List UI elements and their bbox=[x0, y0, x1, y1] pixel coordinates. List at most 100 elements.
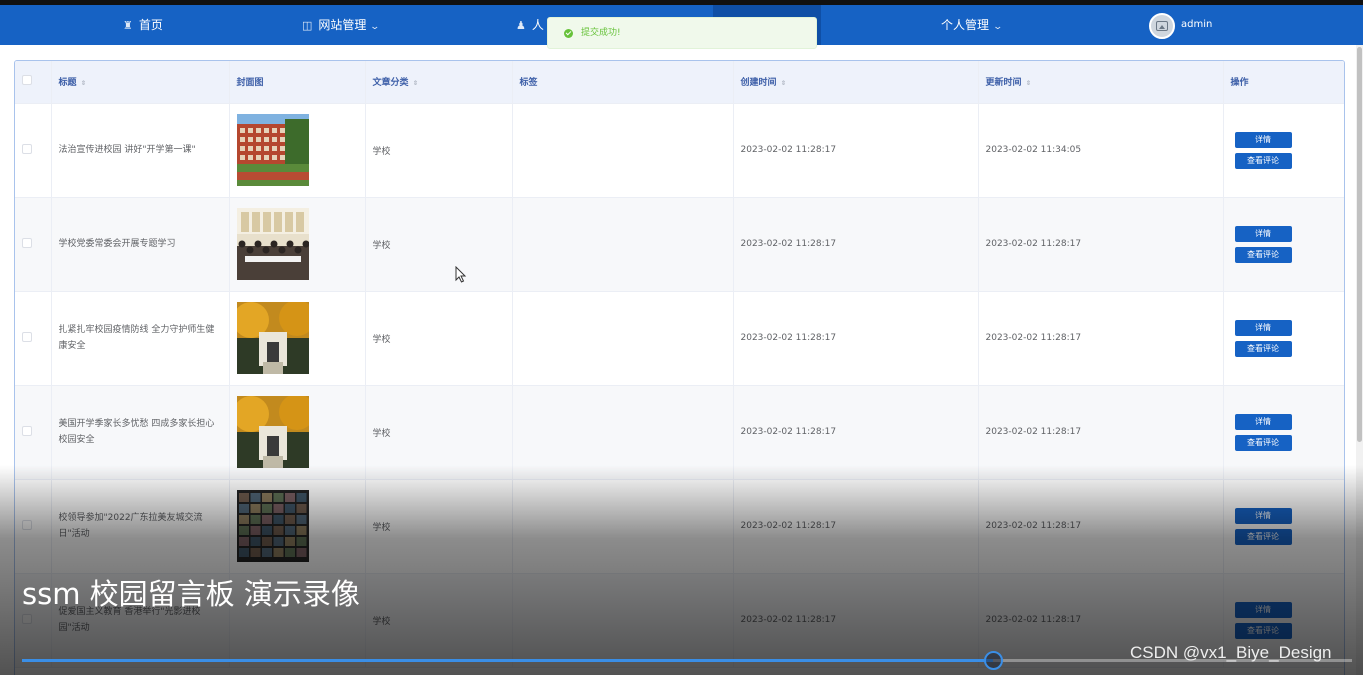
watermark: CSDN @vx1_Biye_Design bbox=[1130, 643, 1332, 662]
select-cell[interactable] bbox=[15, 103, 52, 198]
cover-image bbox=[236, 396, 309, 468]
nav-user-manage[interactable]: ♟ 人 bbox=[516, 5, 544, 45]
table-row: 美国开学季家长多忧愁 四成多家长担心校园安全 学校 2023-02-02 11:28… bbox=[15, 385, 1344, 480]
sort-icon[interactable]: ⇕ bbox=[81, 80, 87, 87]
video-title: ssm 校园留言板 演示录像 bbox=[22, 577, 360, 611]
col-title[interactable]: 标题 ⇕ bbox=[51, 61, 230, 104]
col-cover-label: 封面图 bbox=[236, 78, 264, 89]
col-tag-label: 标签 bbox=[519, 78, 538, 89]
cover-image bbox=[236, 302, 309, 374]
row-title: 法治宣传进校园 讲好"开学第一课" bbox=[58, 145, 196, 155]
created-cell: 2023-02-02 11:28:17 bbox=[733, 385, 979, 480]
view-comments-button[interactable]: 查看评论 bbox=[1234, 434, 1292, 451]
monitor-icon: ◫ bbox=[302, 19, 313, 32]
detail-button[interactable]: 详情 bbox=[1234, 319, 1292, 336]
view-comments-button[interactable]: 查看评论 bbox=[1234, 528, 1292, 545]
tag-cell bbox=[512, 385, 734, 480]
select-cell[interactable] bbox=[15, 291, 52, 386]
updated-cell: 2023-02-02 11:28:17 bbox=[978, 479, 1224, 574]
tag-cell bbox=[512, 573, 734, 668]
actions-cell: 详情 查看评论 bbox=[1223, 197, 1344, 292]
created-cell: 2023-02-02 11:28:17 bbox=[733, 291, 979, 386]
page-scrollbar[interactable] bbox=[1356, 45, 1363, 675]
title-cell: 法治宣传进校园 讲好"开学第一课" bbox=[51, 103, 230, 198]
col-created[interactable]: 创建时间 ⇕ bbox=[733, 61, 979, 104]
nav-site-manage[interactable]: ◫ 网站管理 ⌄ bbox=[302, 5, 381, 45]
nav-personal-manage[interactable]: 个人管理 ⌄ bbox=[941, 5, 1004, 45]
view-comments-button[interactable]: 查看评论 bbox=[1234, 622, 1292, 639]
row-category: 学校 bbox=[372, 428, 391, 439]
row-checkbox[interactable] bbox=[22, 331, 32, 342]
updated-cell: 2023-02-02 11:34:05 bbox=[978, 103, 1224, 198]
row-title: 学校党委常委会开展专题学习 bbox=[58, 239, 176, 249]
category-cell: 学校 bbox=[365, 197, 513, 292]
table-header: 标题 ⇕ 封面图 文章分类 ⇕ 标签 创建时间 ⇕ 更新时间 ⇕ 操作 bbox=[15, 61, 1344, 104]
row-category: 学校 bbox=[372, 334, 391, 345]
col-category-label: 文章分类 bbox=[372, 78, 409, 89]
username[interactable]: admin bbox=[1181, 5, 1212, 45]
select-cell[interactable] bbox=[15, 385, 52, 480]
chevron-down-icon: ⌄ bbox=[369, 22, 381, 32]
row-created: 2023-02-02 11:28:17 bbox=[740, 333, 837, 343]
updated-cell: 2023-02-02 11:28:17 bbox=[978, 385, 1224, 480]
tag-cell bbox=[512, 291, 734, 386]
chevron-down-icon: ⌄ bbox=[992, 22, 1004, 32]
image-icon bbox=[1156, 21, 1168, 31]
nav-user-manage-label: 人 bbox=[531, 18, 544, 32]
table-row: 校领导参加"2022广东拉美友城交流日"活动 学校 2023-02-02 11:28… bbox=[15, 479, 1344, 574]
video-progress-knob[interactable] bbox=[983, 651, 1003, 670]
row-updated: 2023-02-02 11:34:05 bbox=[985, 145, 1082, 155]
tag-cell bbox=[512, 103, 734, 198]
col-tag: 标签 bbox=[512, 61, 734, 104]
view-comments-button[interactable]: 查看评论 bbox=[1234, 246, 1292, 263]
row-created: 2023-02-02 11:28:17 bbox=[740, 145, 837, 155]
row-checkbox[interactable] bbox=[22, 237, 32, 248]
row-title: 扎紧扎牢校园疫情防线 全力守护师生健康安全 bbox=[58, 325, 215, 351]
view-comments-button[interactable]: 查看评论 bbox=[1234, 152, 1292, 169]
select-cell[interactable] bbox=[15, 479, 52, 574]
detail-button[interactable]: 详情 bbox=[1234, 413, 1292, 430]
created-cell: 2023-02-02 11:28:17 bbox=[733, 197, 979, 292]
col-cover: 封面图 bbox=[229, 61, 366, 104]
row-checkbox[interactable] bbox=[22, 519, 32, 530]
check-circle-icon bbox=[564, 29, 573, 38]
row-created: 2023-02-02 11:28:17 bbox=[740, 521, 837, 531]
table-row: 学校党委常委会开展专题学习 学校 2023-02-02 11:28:17 2023-0… bbox=[15, 197, 1344, 292]
select-cell[interactable] bbox=[15, 197, 52, 292]
cover-cell bbox=[229, 103, 366, 198]
select-all-checkbox[interactable] bbox=[22, 75, 32, 86]
title-cell: 美国开学季家长多忧愁 四成多家长担心校园安全 bbox=[51, 385, 230, 480]
col-title-label: 标题 bbox=[58, 78, 77, 89]
view-comments-button[interactable]: 查看评论 bbox=[1234, 340, 1292, 357]
col-updated[interactable]: 更新时间 ⇕ bbox=[978, 61, 1224, 104]
row-checkbox[interactable] bbox=[22, 425, 32, 436]
detail-button[interactable]: 详情 bbox=[1234, 507, 1292, 524]
select-all-cell[interactable] bbox=[15, 61, 52, 104]
table-row: 扎紧扎牢校园疫情防线 全力守护师生健康安全 学校 2023-02-02 11:28:… bbox=[15, 291, 1344, 386]
updated-cell: 2023-02-02 11:28:17 bbox=[978, 197, 1224, 292]
updated-cell: 2023-02-02 11:28:17 bbox=[978, 291, 1224, 386]
col-category[interactable]: 文章分类 ⇕ bbox=[365, 61, 513, 104]
detail-button[interactable]: 详情 bbox=[1234, 601, 1292, 618]
detail-button[interactable]: 详情 bbox=[1234, 225, 1292, 242]
app-frame: ♜ 首页 ◫ 网站管理 ⌄ ♟ 人 个人管理 ⌄ admin 提交成功! 标题 ⇕ 封面图 bbox=[0, 0, 1363, 675]
scrollbar-thumb[interactable] bbox=[1357, 47, 1362, 442]
avatar[interactable] bbox=[1149, 13, 1175, 39]
sort-icon[interactable]: ⇕ bbox=[413, 80, 419, 87]
title-cell: 学校党委常委会开展专题学习 bbox=[51, 197, 230, 292]
sort-icon[interactable]: ⇕ bbox=[1026, 80, 1032, 87]
nav-home[interactable]: ♜ 首页 bbox=[123, 5, 163, 45]
category-cell: 学校 bbox=[365, 103, 513, 198]
table-row: 法治宣传进校园 讲好"开学第一课" 学校 2023-02-02 11:28:17 20… bbox=[15, 103, 1344, 198]
sort-icon[interactable]: ⇕ bbox=[781, 80, 787, 87]
row-category: 学校 bbox=[372, 146, 391, 157]
video-progress-fill bbox=[22, 659, 993, 662]
row-checkbox[interactable] bbox=[22, 143, 32, 154]
row-updated: 2023-02-02 11:28:17 bbox=[985, 427, 1082, 437]
cover-image bbox=[236, 114, 309, 186]
col-actions: 操作 bbox=[1223, 61, 1344, 104]
actions-cell: 详情 查看评论 bbox=[1223, 479, 1344, 574]
row-checkbox[interactable] bbox=[22, 613, 32, 624]
home-icon: ♜ bbox=[123, 19, 133, 32]
detail-button[interactable]: 详情 bbox=[1234, 131, 1292, 148]
